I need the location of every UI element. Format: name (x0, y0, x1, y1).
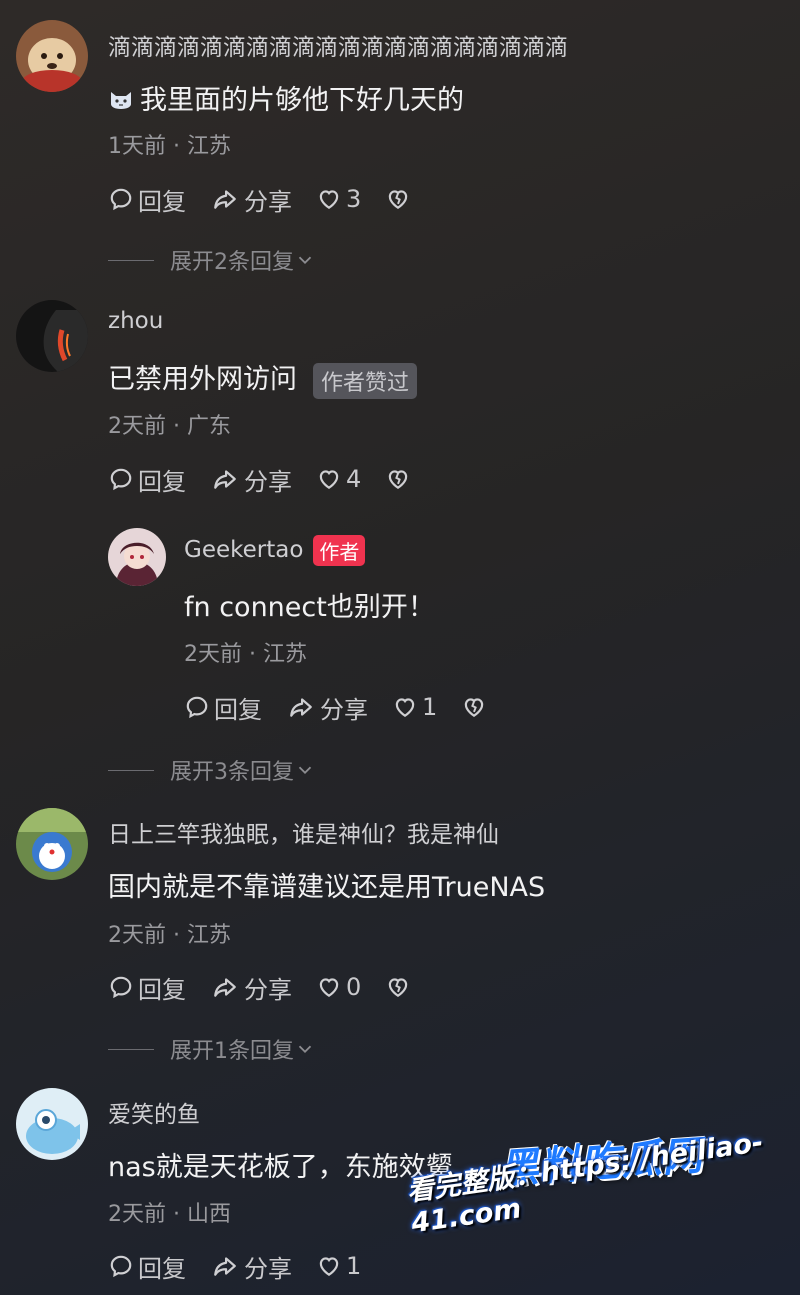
reply-label: 回复 (214, 695, 262, 724)
comment-meta: 2天前 · 江苏 (108, 923, 231, 948)
reply-action-bar: 回复 分享 1 (184, 689, 515, 725)
chevron-down-icon (294, 759, 316, 781)
expand-replies[interactable]: 展开3条回复 (108, 754, 316, 786)
comment-meta: 1天前 · 江苏 (108, 134, 231, 159)
share-button[interactable]: 分享 (210, 182, 292, 217)
dislike-button[interactable] (385, 186, 415, 212)
share-button[interactable]: 分享 (210, 462, 292, 497)
reply-label: 回复 (138, 187, 186, 216)
comment-text-content: 我里面的片够他下好几天的 (140, 85, 464, 116)
share-button[interactable]: 分享 (210, 1249, 292, 1284)
chevron-down-icon (294, 1038, 316, 1060)
action-bar: 回复 分享 1 (108, 1248, 385, 1284)
like-count: 1 (422, 693, 438, 721)
comment-meta: 2天前 · 广东 (108, 414, 231, 439)
username[interactable]: 爱笑的鱼 (108, 1095, 200, 1129)
broken-heart-icon (385, 974, 411, 1000)
dislike-button[interactable] (385, 466, 415, 492)
share-button[interactable]: 分享 (210, 970, 292, 1005)
heart-icon (316, 466, 342, 492)
reply-button[interactable]: 回复 (108, 970, 186, 1005)
avatar[interactable] (16, 1088, 88, 1160)
share-icon (286, 694, 316, 720)
comment-text: 国内就是不靠谱建议还是用TrueNAS (108, 872, 546, 903)
dislike-button[interactable] (461, 694, 491, 720)
avatar[interactable] (16, 20, 88, 92)
reply-label: 回复 (138, 975, 186, 1004)
reply-text: fn connect也别开！ (184, 592, 435, 623)
username[interactable]: Geekertao (184, 537, 303, 563)
chevron-down-icon (294, 249, 316, 271)
share-label: 分享 (244, 975, 292, 1004)
like-count: 1 (346, 1252, 362, 1280)
reply-button[interactable]: 回复 (108, 1249, 186, 1284)
cat-face-icon (108, 86, 140, 117)
share-label: 分享 (320, 695, 368, 724)
expand-label: 展开1条回复 (170, 1039, 294, 1064)
share-icon (210, 186, 240, 212)
action-bar: 回复 分享 4 (108, 461, 439, 497)
comment-icon (108, 1253, 134, 1279)
author-badge: 作者 (313, 535, 366, 566)
dislike-button[interactable] (385, 974, 415, 1000)
comment-icon (184, 694, 210, 720)
like-button[interactable]: 1 (316, 1252, 361, 1280)
like-button[interactable]: 1 (392, 693, 437, 721)
divider (108, 259, 154, 261)
divider (108, 769, 154, 771)
comment-icon (108, 974, 134, 1000)
like-count: 0 (346, 973, 362, 1001)
share-label: 分享 (244, 467, 292, 496)
like-count: 4 (346, 465, 362, 493)
broken-heart-icon (385, 466, 411, 492)
expand-label: 展开2条回复 (170, 250, 294, 275)
avatar[interactable] (16, 300, 88, 372)
like-button[interactable]: 0 (316, 973, 361, 1001)
share-label: 分享 (244, 1254, 292, 1283)
broken-heart-icon (385, 186, 411, 212)
share-icon (210, 466, 240, 492)
author-liked-badge: 作者赞过 (313, 362, 418, 399)
expand-replies[interactable]: 展开2条回复 (108, 244, 316, 276)
like-button[interactable]: 3 (316, 185, 361, 213)
reply-username: Geekertao 作者 (184, 535, 366, 566)
reply-button[interactable]: 回复 (184, 690, 262, 725)
heart-icon (316, 186, 342, 212)
avatar[interactable] (108, 528, 166, 586)
like-count: 3 (346, 185, 362, 213)
share-button[interactable]: 分享 (286, 690, 368, 725)
heart-icon (392, 694, 418, 720)
action-bar: 回复 分享 0 (108, 969, 439, 1005)
comment-icon (108, 466, 134, 492)
reply-meta: 2天前 · 江苏 (184, 642, 307, 667)
comment-text: nas就是天花板了，东施效颦 (108, 1152, 453, 1183)
reply-button[interactable]: 回复 (108, 462, 186, 497)
avatar[interactable] (16, 808, 88, 880)
share-label: 分享 (244, 187, 292, 216)
comment-text: 已禁用外网访问 作者赞过 (108, 357, 418, 399)
comment-icon (108, 186, 134, 212)
share-icon (210, 974, 240, 1000)
action-bar: 回复 分享 3 (108, 181, 439, 217)
reply-label: 回复 (138, 1254, 186, 1283)
heart-icon (316, 1253, 342, 1279)
heart-icon (316, 974, 342, 1000)
broken-heart-icon (461, 694, 487, 720)
username[interactable]: 滴滴滴滴滴滴滴滴滴滴滴滴滴滴滴滴滴滴滴滴 (108, 28, 568, 62)
reply-button[interactable]: 回复 (108, 182, 186, 217)
username[interactable]: zhou (108, 308, 163, 334)
comment-text-content: 已禁用外网访问 (108, 364, 297, 395)
expand-replies[interactable]: 展开1条回复 (108, 1033, 316, 1065)
expand-label: 展开3条回复 (170, 760, 294, 785)
reply-label: 回复 (138, 467, 186, 496)
comment-meta: 2天前 · 山西 (108, 1202, 231, 1227)
like-button[interactable]: 4 (316, 465, 361, 493)
comment-text: 我里面的片够他下好几天的 (108, 78, 464, 117)
share-icon (210, 1253, 240, 1279)
username[interactable]: 日上三竿我独眠，谁是神仙？我是神仙 (108, 815, 499, 849)
divider (108, 1048, 154, 1050)
